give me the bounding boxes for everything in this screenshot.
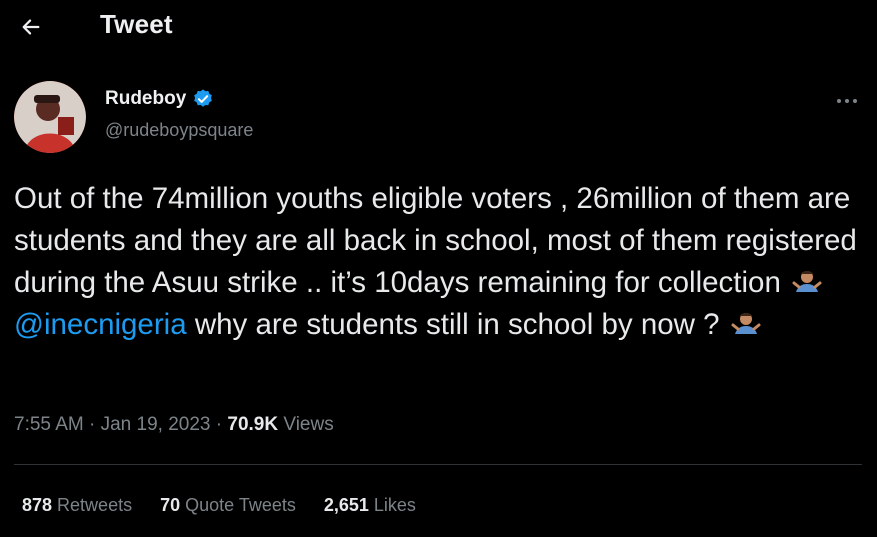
likes-label: Likes	[373, 495, 416, 515]
retweets-count: 878	[22, 495, 53, 515]
avatar-image	[14, 81, 86, 153]
person-shrugging-emoji-icon	[731, 313, 761, 334]
engagement-stats: 878 Retweets 70 Quote Tweets 2,651 Likes	[22, 495, 444, 516]
divider	[14, 464, 862, 465]
tweet-time[interactable]: 7:55 AM	[14, 414, 84, 435]
quote-tweets-count: 70	[160, 495, 181, 515]
author-display-name[interactable]: Rudeboy	[105, 88, 186, 110]
views-label: Views	[283, 414, 334, 435]
tweet-text: Out of the 74million youths eligible vot…	[14, 178, 864, 346]
more-horizontal-icon	[837, 99, 857, 103]
avatar[interactable]	[14, 81, 86, 153]
views-count: 70.9K	[227, 414, 279, 435]
likes-stat[interactable]: 2,651 Likes	[324, 495, 416, 516]
author-name-row: Rudeboy	[105, 88, 214, 110]
tweet-date[interactable]: Jan 19, 2023	[101, 414, 211, 435]
retweets-stat[interactable]: 878 Retweets	[22, 495, 132, 516]
meta-separator: ·	[89, 414, 96, 435]
page-title: Tweet	[100, 9, 173, 39]
tweet-text-part2: why are students still in school by now …	[194, 308, 720, 341]
mention-link[interactable]: @inecnigeria	[14, 308, 187, 341]
arrow-left-icon	[22, 19, 40, 35]
back-button[interactable]	[14, 10, 48, 44]
quote-tweets-label: Quote Tweets	[185, 495, 296, 515]
likes-count: 2,651	[323, 495, 369, 515]
author-handle[interactable]: @rudeboypsquare	[105, 120, 253, 141]
person-shrugging-emoji-icon	[792, 271, 822, 292]
retweets-label: Retweets	[57, 495, 133, 515]
quote-tweets-stat[interactable]: 70 Quote Tweets	[160, 495, 296, 516]
top-bar: Tweet	[0, 0, 877, 54]
more-options-button[interactable]	[832, 92, 862, 110]
tweet-meta: 7:55 AM · Jan 19, 2023 · 70.9K Views	[14, 414, 334, 436]
verified-badge-icon	[194, 89, 213, 107]
tweet-text-part1: Out of the 74million youths eligible vot…	[14, 182, 857, 299]
meta-separator: ·	[215, 414, 223, 435]
